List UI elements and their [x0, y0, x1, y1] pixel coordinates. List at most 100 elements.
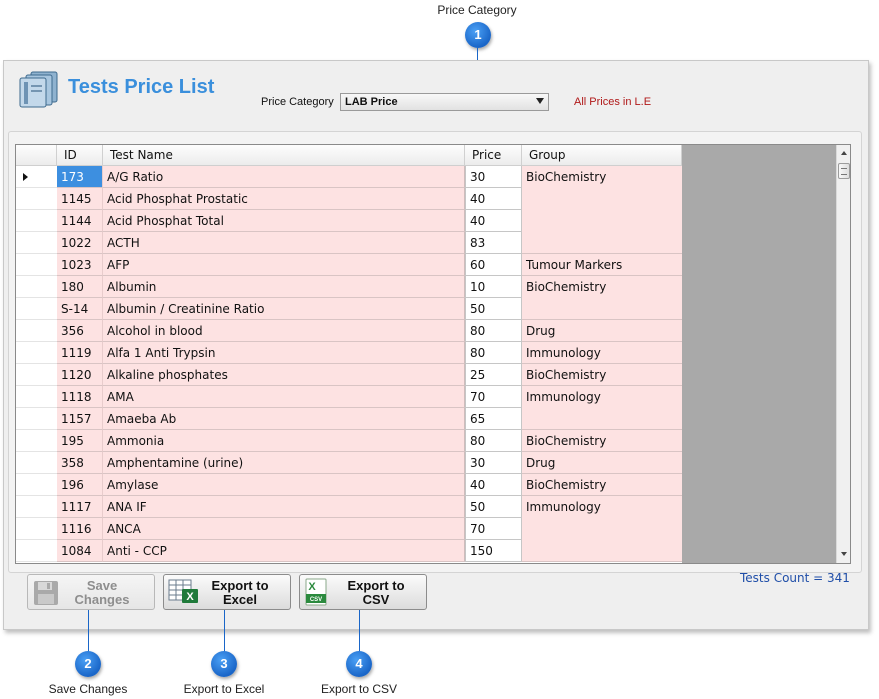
column-header-id[interactable]: ID [57, 145, 103, 166]
cell-price[interactable]: 80 [465, 430, 522, 452]
table-row[interactable]: 196 Amylase 40 BioChemistry [16, 474, 682, 496]
table-row[interactable]: 173 A/G Ratio 30 BioChemistry [16, 166, 682, 188]
table-row[interactable]: 1119 Alfa 1 Anti Trypsin 80 Immunology [16, 342, 682, 364]
table-row[interactable]: 195 Ammonia 80 BioChemistry [16, 430, 682, 452]
row-selector[interactable] [16, 166, 57, 188]
cell-id[interactable]: 1118 [57, 386, 103, 408]
cell-test-name[interactable]: Ammonia [103, 430, 465, 452]
cell-price[interactable]: 40 [465, 210, 522, 232]
grid-vertical-scrollbar[interactable] [836, 145, 850, 563]
cell-price[interactable]: 40 [465, 188, 522, 210]
cell-test-name[interactable]: Amphentamine (urine) [103, 452, 465, 474]
cell-group[interactable] [522, 540, 682, 562]
cell-test-name[interactable]: A/G Ratio [103, 166, 465, 188]
table-row[interactable]: 1120 Alkaline phosphates 25 BioChemistry [16, 364, 682, 386]
row-selector[interactable] [16, 452, 57, 474]
cell-test-name[interactable]: ANCA [103, 518, 465, 540]
cell-group[interactable]: BioChemistry [522, 166, 682, 188]
cell-test-name[interactable]: Albumin / Creatinine Ratio [103, 298, 465, 320]
cell-price[interactable]: 83 [465, 232, 522, 254]
table-row[interactable]: 1144 Acid Phosphat Total 40 [16, 210, 682, 232]
table-row[interactable]: 1157 Amaeba Ab 65 [16, 408, 682, 430]
save-changes-button[interactable]: Save Changes [27, 574, 155, 610]
table-row[interactable]: 180 Albumin 10 BioChemistry [16, 276, 682, 298]
table-row[interactable]: 356 Alcohol in blood 80 Drug [16, 320, 682, 342]
row-selector[interactable] [16, 188, 57, 210]
cell-price[interactable]: 25 [465, 364, 522, 386]
cell-group[interactable]: Immunology [522, 386, 682, 408]
cell-group[interactable] [522, 210, 682, 232]
cell-test-name[interactable]: Amaeba Ab [103, 408, 465, 430]
price-category-dropdown[interactable]: LAB Price [340, 93, 549, 111]
cell-id[interactable]: 196 [57, 474, 103, 496]
column-header-price[interactable]: Price [465, 145, 522, 166]
cell-group[interactable]: Drug [522, 452, 682, 474]
row-selector[interactable] [16, 474, 57, 496]
cell-price[interactable]: 70 [465, 518, 522, 540]
scroll-up-arrow-icon[interactable] [841, 151, 847, 155]
cell-price[interactable]: 80 [465, 320, 522, 342]
cell-id[interactable]: S-14 [57, 298, 103, 320]
cell-test-name[interactable]: Amylase [103, 474, 465, 496]
table-row[interactable]: 1023 AFP 60 Tumour Markers [16, 254, 682, 276]
cell-price[interactable]: 70 [465, 386, 522, 408]
cell-id[interactable]: 180 [57, 276, 103, 298]
row-selector[interactable] [16, 496, 57, 518]
cell-group[interactable]: BioChemistry [522, 364, 682, 386]
cell-price[interactable]: 65 [465, 408, 522, 430]
cell-group[interactable] [522, 188, 682, 210]
column-header-test-name[interactable]: Test Name [103, 145, 465, 166]
export-to-excel-button[interactable]: X Export to Excel [163, 574, 291, 610]
row-selector[interactable] [16, 364, 57, 386]
cell-group[interactable] [522, 518, 682, 540]
cell-id[interactable]: 1022 [57, 232, 103, 254]
cell-group[interactable]: Immunology [522, 342, 682, 364]
table-row[interactable]: S-14 Albumin / Creatinine Ratio 50 [16, 298, 682, 320]
cell-test-name[interactable]: Albumin [103, 276, 465, 298]
row-selector[interactable] [16, 518, 57, 540]
table-row[interactable]: 1116 ANCA 70 [16, 518, 682, 540]
cell-test-name[interactable]: Alfa 1 Anti Trypsin [103, 342, 465, 364]
cell-group[interactable]: Tumour Markers [522, 254, 682, 276]
cell-test-name[interactable]: ACTH [103, 232, 465, 254]
row-selector[interactable] [16, 430, 57, 452]
cell-id[interactable]: 1120 [57, 364, 103, 386]
cell-test-name[interactable]: Anti - CCP [103, 540, 465, 562]
cell-id[interactable]: 1144 [57, 210, 103, 232]
cell-test-name[interactable]: Alkaline phosphates [103, 364, 465, 386]
row-selector[interactable] [16, 232, 57, 254]
cell-id[interactable]: 195 [57, 430, 103, 452]
table-row[interactable]: 358 Amphentamine (urine) 30 Drug [16, 452, 682, 474]
cell-test-name[interactable]: Alcohol in blood [103, 320, 465, 342]
cell-test-name[interactable]: ANA IF [103, 496, 465, 518]
row-selector[interactable] [16, 276, 57, 298]
cell-id[interactable]: 1116 [57, 518, 103, 540]
cell-group[interactable]: Drug [522, 320, 682, 342]
cell-group[interactable] [522, 298, 682, 320]
cell-id[interactable]: 356 [57, 320, 103, 342]
cell-id[interactable]: 1117 [57, 496, 103, 518]
row-selector[interactable] [16, 408, 57, 430]
cell-test-name[interactable]: Acid Phosphat Total [103, 210, 465, 232]
cell-id[interactable]: 1084 [57, 540, 103, 562]
cell-id[interactable]: 173 [57, 166, 103, 188]
cell-price[interactable]: 30 [465, 452, 522, 474]
cell-group[interactable] [522, 408, 682, 430]
cell-price[interactable]: 60 [465, 254, 522, 276]
table-row[interactable]: 1117 ANA IF 50 Immunology [16, 496, 682, 518]
cell-price[interactable]: 10 [465, 276, 522, 298]
cell-id[interactable]: 1157 [57, 408, 103, 430]
row-selector[interactable] [16, 320, 57, 342]
cell-id[interactable]: 358 [57, 452, 103, 474]
cell-group[interactable]: BioChemistry [522, 474, 682, 496]
row-selector[interactable] [16, 254, 57, 276]
cell-price[interactable]: 80 [465, 342, 522, 364]
cell-group[interactable] [522, 232, 682, 254]
cell-price[interactable]: 50 [465, 298, 522, 320]
cell-test-name[interactable]: Acid Phosphat Prostatic [103, 188, 465, 210]
cell-price[interactable]: 40 [465, 474, 522, 496]
cell-id[interactable]: 1145 [57, 188, 103, 210]
cell-price[interactable]: 30 [465, 166, 522, 188]
cell-price[interactable]: 50 [465, 496, 522, 518]
cell-test-name[interactable]: AFP [103, 254, 465, 276]
